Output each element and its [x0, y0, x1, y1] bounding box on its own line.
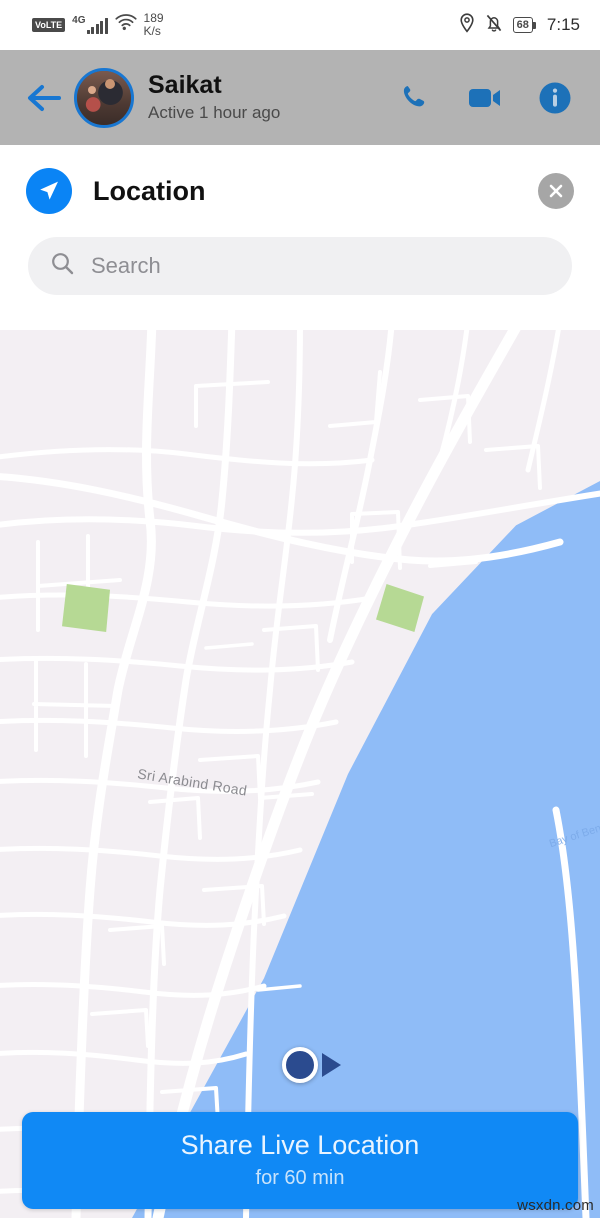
avatar[interactable] [74, 67, 134, 128]
status-bar: VoLTE 4G 189 K/s 68 7:15 [0, 0, 600, 50]
back-button[interactable] [22, 76, 66, 120]
messenger-location-screen: VoLTE 4G 189 K/s 68 7:15 Saikat Active 1… [0, 0, 600, 1218]
watermark: wsxdn.com [517, 1197, 594, 1214]
clock-label: 7:15 [546, 15, 580, 34]
contact-name: Saikat [148, 71, 222, 100]
status-bar-right: 68 7:15 [459, 12, 580, 38]
location-sheet: Location Search [0, 145, 600, 330]
location-pin-icon [459, 12, 475, 38]
page-title: Location [93, 175, 206, 206]
contact-status: Active 1 hour ago [148, 102, 281, 122]
share-button-subtitle: for 60 min [255, 1166, 345, 1189]
avatar-photo [77, 70, 131, 125]
bell-muted-icon [485, 13, 503, 38]
search-placeholder: Search [91, 253, 161, 278]
avatar-person-left [87, 85, 96, 94]
signal-bars-icon [86, 18, 108, 34]
battery-icon: 68 [512, 17, 537, 33]
data-rate-indicator: 189 K/s [144, 12, 164, 38]
cellular-signal-icon: 4G [72, 15, 108, 34]
video-call-button[interactable] [468, 81, 502, 115]
wifi-icon [114, 14, 137, 36]
park-area [62, 584, 110, 632]
network-type-label: 4G [72, 15, 86, 26]
search-icon [50, 251, 75, 281]
data-rate-unit: K/s [143, 24, 161, 38]
search-container: Search [0, 237, 600, 295]
volte-icon: VoLTE [32, 18, 66, 32]
close-icon[interactable] [538, 173, 574, 209]
chat-header-actions [398, 81, 572, 115]
chat-header-text[interactable]: Saikat Active 1 hour ago [148, 72, 398, 122]
location-sheet-header: Location [0, 145, 600, 237]
road-network [0, 330, 600, 1218]
current-location-marker [282, 1047, 318, 1083]
chat-header: Saikat Active 1 hour ago [0, 50, 600, 145]
share-button-title: Share Live Location [180, 1130, 420, 1161]
search-input[interactable]: Search [28, 237, 572, 295]
navigation-arrow-icon [26, 168, 72, 214]
status-bar-left: VoLTE 4G 189 K/s [32, 12, 164, 38]
conversation-info-button[interactable] [538, 81, 572, 115]
heading-arrow-icon [322, 1053, 341, 1077]
map-canvas[interactable]: Sri Arabind Road Bay of Bengal i Pa [0, 330, 600, 1218]
share-live-location-button[interactable]: Share Live Location for 60 min [22, 1112, 578, 1209]
voice-call-button[interactable] [398, 81, 432, 115]
